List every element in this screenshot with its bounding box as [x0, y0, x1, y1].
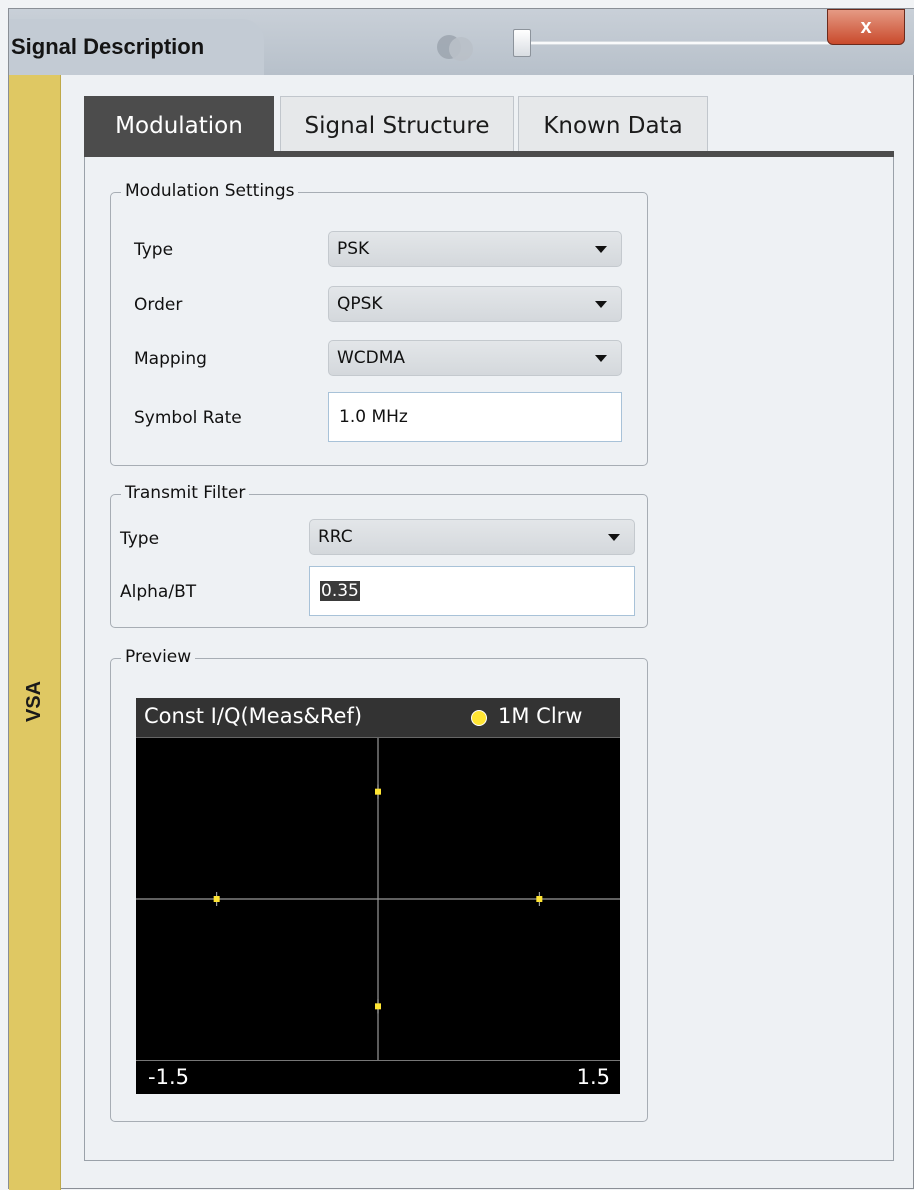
chevron-down-icon	[608, 534, 620, 541]
filter-type-select[interactable]: RRC	[309, 519, 635, 555]
alpha-bt-label: Alpha/BT	[120, 582, 197, 602]
transparency-slider-track[interactable]	[527, 41, 843, 45]
mod-type-select[interactable]: PSK	[328, 231, 622, 267]
vsa-side-strip: VSA	[9, 75, 61, 1190]
x-axis-min: -1.5	[148, 1065, 189, 1089]
vsa-label: VSA	[23, 680, 45, 722]
plot-title: Const I/Q(Meas&Ref)	[144, 704, 363, 728]
constellation-plot: Const I/Q(Meas&Ref) 1M Clrw -1.5 1.5	[136, 698, 620, 1094]
constellation-canvas	[136, 738, 620, 1060]
close-button[interactable]: x	[827, 9, 905, 45]
chevron-down-icon	[595, 301, 607, 308]
title-bar: Signal Description x	[9, 9, 914, 75]
trace-indicator-icon	[471, 710, 487, 726]
symbol-rate-input[interactable]: 1.0 MHz	[328, 392, 622, 442]
mapping-value: WCDMA	[337, 348, 406, 368]
x-axis-footer: -1.5 1.5	[136, 1060, 620, 1094]
tab-known-data[interactable]: Known Data	[518, 96, 708, 154]
mod-order-select[interactable]: QPSK	[328, 286, 622, 322]
constellation-point	[213, 896, 220, 902]
chevron-down-icon	[595, 355, 607, 362]
trace-label: 1M Clrw	[498, 704, 583, 728]
symbol-rate-label: Symbol Rate	[134, 408, 242, 428]
plot-header: Const I/Q(Meas&Ref) 1M Clrw	[136, 698, 620, 738]
mod-type-label: Type	[134, 240, 174, 260]
mod-type-value: PSK	[337, 239, 370, 259]
constellation-point	[375, 788, 381, 795]
mapping-label: Mapping	[134, 349, 207, 369]
preview-legend: Preview	[121, 647, 196, 667]
filter-type-label: Type	[120, 529, 160, 549]
window-title: Signal Description	[11, 34, 205, 59]
mapping-select[interactable]: WCDMA	[328, 340, 622, 376]
constellation-point	[375, 1003, 381, 1010]
chevron-down-icon	[595, 246, 607, 253]
mod-order-label: Order	[134, 295, 183, 315]
tab-modulation[interactable]: Modulation	[84, 96, 274, 154]
transparency-slider-thumb[interactable]	[513, 29, 531, 57]
transmit-filter-legend: Transmit Filter	[121, 483, 250, 503]
mod-order-value: QPSK	[337, 294, 383, 314]
constellation-point	[536, 896, 543, 902]
tab-signal-structure[interactable]: Signal Structure	[280, 96, 514, 154]
x-axis-max: 1.5	[576, 1065, 610, 1089]
modulation-settings-legend: Modulation Settings	[121, 181, 299, 201]
filter-type-value: RRC	[318, 527, 353, 547]
transparency-icon[interactable]	[437, 31, 477, 63]
alpha-bt-value: 0.35	[320, 581, 360, 601]
alpha-bt-input[interactable]: 0.35	[309, 566, 635, 616]
